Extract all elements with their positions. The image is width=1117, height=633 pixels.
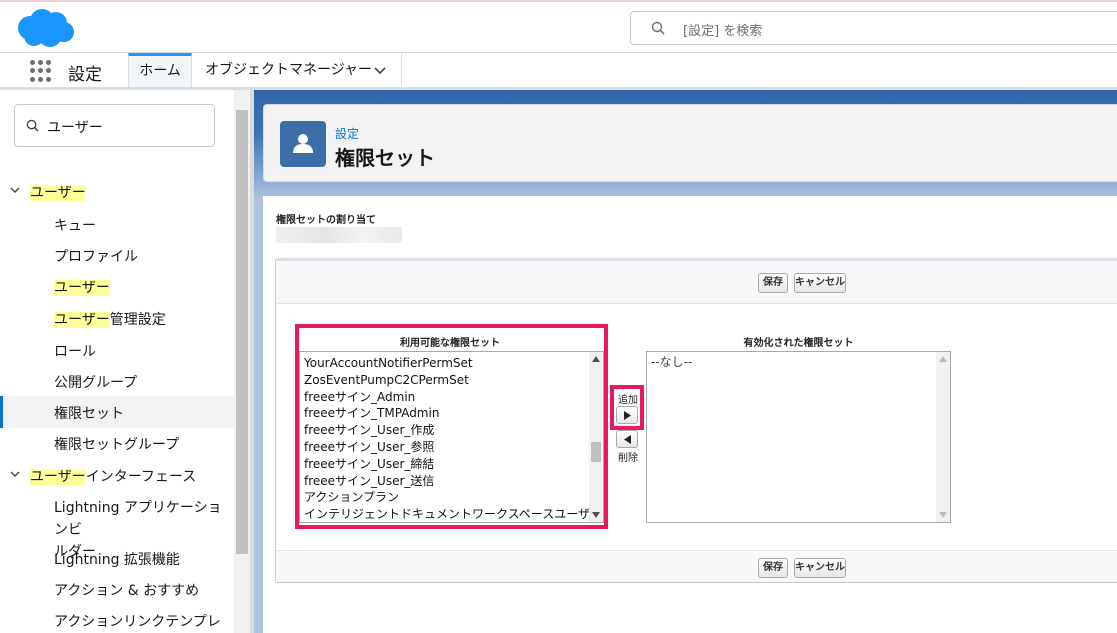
arrow-left-icon	[624, 435, 631, 444]
remove-button[interactable]	[616, 430, 638, 448]
tab-object-manager-label: オブジェクトマネージャー	[205, 62, 373, 78]
tree-item-user-management-settings[interactable]: ユーザー管理設定	[0, 309, 234, 329]
tree-item-label: 権限セット	[54, 406, 124, 422]
tree-item-label: ユーザー	[30, 185, 86, 201]
cancel-button-top[interactable]: キャンセル	[794, 273, 846, 293]
tree-item-queues[interactable]: キュー	[0, 215, 234, 235]
enabled-permission-sets-list[interactable]: --なし--	[646, 351, 951, 523]
chevron-down-icon[interactable]	[10, 471, 20, 479]
tree-item-label: ロール	[54, 344, 96, 360]
tree-item-permission-sets[interactable]: 権限セット	[0, 396, 234, 428]
search-icon	[26, 119, 39, 132]
tree-item-lightning-extensions[interactable]: Lightning 拡張機能	[0, 549, 234, 569]
setup-sidebar: ユーザー ユーザー キュー プロファイル ユーザー ユーザー管理設定 ロール 公…	[0, 90, 234, 633]
global-search-input[interactable]: [設定] を検索	[630, 11, 1117, 45]
section-label: 権限セットの割り当て	[276, 215, 376, 226]
enabled-list-title: 有効化された権限セット	[743, 338, 854, 349]
tree-item-public-groups[interactable]: 公開グループ	[0, 372, 234, 392]
tree-item-permission-set-groups[interactable]: 権限セットグループ	[0, 434, 234, 454]
tree-item-label: アクション & おすすめ	[54, 583, 200, 599]
tree-item-label-rest: インターフェース	[85, 469, 197, 485]
tree-item-users[interactable]: ユーザー	[0, 182, 234, 202]
tree-item-label: 権限セットグループ	[54, 437, 180, 453]
tree-item-label: Lightning 拡張機能	[54, 552, 180, 568]
annotation-highlight-box	[295, 324, 608, 529]
tree-item-label: アクションリンクテンプレー	[54, 614, 221, 630]
tree-item-label: 公開グループ	[54, 375, 138, 391]
tree-item-label-highlight: ユーザー	[30, 469, 86, 485]
tree-item-label-highlight: ユーザー	[54, 312, 110, 328]
quick-find-value: ユーザー	[47, 120, 103, 136]
tree-item-label-line1: Lightning アプリケーションビ	[54, 500, 222, 538]
chevron-down-icon[interactable]	[10, 187, 20, 195]
scroll-up-icon[interactable]	[939, 356, 947, 362]
sidebar-scrollbar-thumb[interactable]	[236, 110, 248, 554]
annotation-highlight-box	[610, 385, 644, 430]
redacted-user-name	[276, 227, 402, 243]
tree-item-label-rest: 管理設定	[109, 312, 166, 328]
search-placeholder: [設定] を検索	[683, 24, 763, 39]
page-title: 権限セット	[335, 146, 435, 170]
tree-item-users-sub[interactable]: ユーザー	[0, 277, 234, 297]
form-top-button-bar	[276, 261, 1117, 304]
tree-item-label: プロファイル	[54, 249, 138, 265]
cancel-button-bottom[interactable]: キャンセル	[794, 558, 846, 578]
form-bottom-button-bar	[276, 550, 1117, 582]
tree-item-actions-recommendations[interactable]: アクション & おすすめ	[0, 580, 234, 600]
global-header: [設定] を検索	[0, 0, 1117, 53]
permission-set-icon	[280, 121, 326, 167]
app-navbar: 設定 ホーム オブジェクトマネージャー	[0, 53, 1117, 90]
app-launcher-icon[interactable]	[30, 60, 52, 82]
save-button-bottom[interactable]: 保存	[758, 558, 788, 578]
app-name: 設定	[68, 65, 102, 85]
tree-item-profiles[interactable]: プロファイル	[0, 246, 234, 266]
search-icon	[651, 21, 665, 35]
user-icon	[293, 134, 313, 153]
tab-object-manager[interactable]: オブジェクトマネージャー	[192, 53, 402, 87]
tab-home[interactable]: ホーム	[128, 53, 192, 87]
page-header: 設定 権限セット	[263, 104, 1117, 182]
tree-item-user-interface[interactable]: ユーザーインターフェース	[0, 466, 234, 486]
scroll-down-icon[interactable]	[939, 512, 947, 518]
tree-item-action-link-templates[interactable]: アクションリンクテンプレー	[0, 611, 234, 633]
salesforce-logo[interactable]	[14, 8, 76, 50]
tree-item-label: キュー	[54, 218, 96, 234]
remove-label: 削除	[618, 453, 638, 464]
tree-item-label: ユーザー	[54, 280, 110, 296]
breadcrumb[interactable]: 設定	[335, 125, 359, 142]
chevron-down-icon[interactable]	[374, 67, 386, 75]
list-option[interactable]: --なし--	[647, 354, 950, 371]
list-scrollbar[interactable]	[936, 352, 950, 522]
tree-item-roles[interactable]: ロール	[0, 341, 234, 361]
quick-find-input[interactable]: ユーザー	[14, 104, 215, 147]
save-button-top[interactable]: 保存	[758, 273, 788, 293]
